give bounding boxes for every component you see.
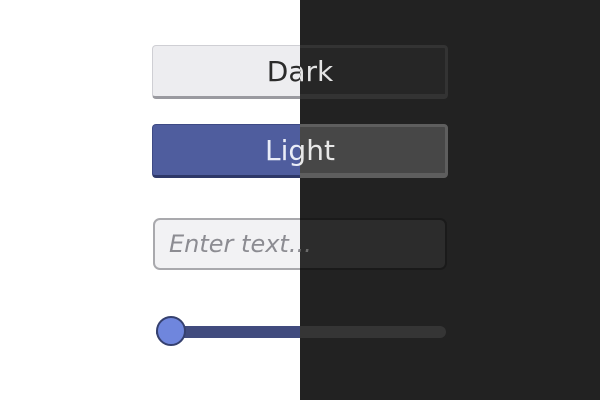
dark-theme-panel: Dark Light	[300, 0, 600, 400]
light-theme-panel: Dark Light	[0, 0, 300, 400]
text-input[interactable]	[153, 218, 300, 270]
light-theme-button[interactable]: Light	[152, 124, 300, 178]
dark-theme-button[interactable]: Dark	[152, 45, 300, 99]
slider-track[interactable]	[300, 326, 446, 338]
slider-thumb[interactable]	[156, 316, 186, 346]
slider[interactable]	[300, 315, 448, 349]
light-theme-button[interactable]: Light	[300, 124, 448, 178]
slider[interactable]	[152, 315, 300, 349]
text-input[interactable]	[300, 218, 447, 270]
dark-theme-button[interactable]: Dark	[300, 45, 448, 99]
